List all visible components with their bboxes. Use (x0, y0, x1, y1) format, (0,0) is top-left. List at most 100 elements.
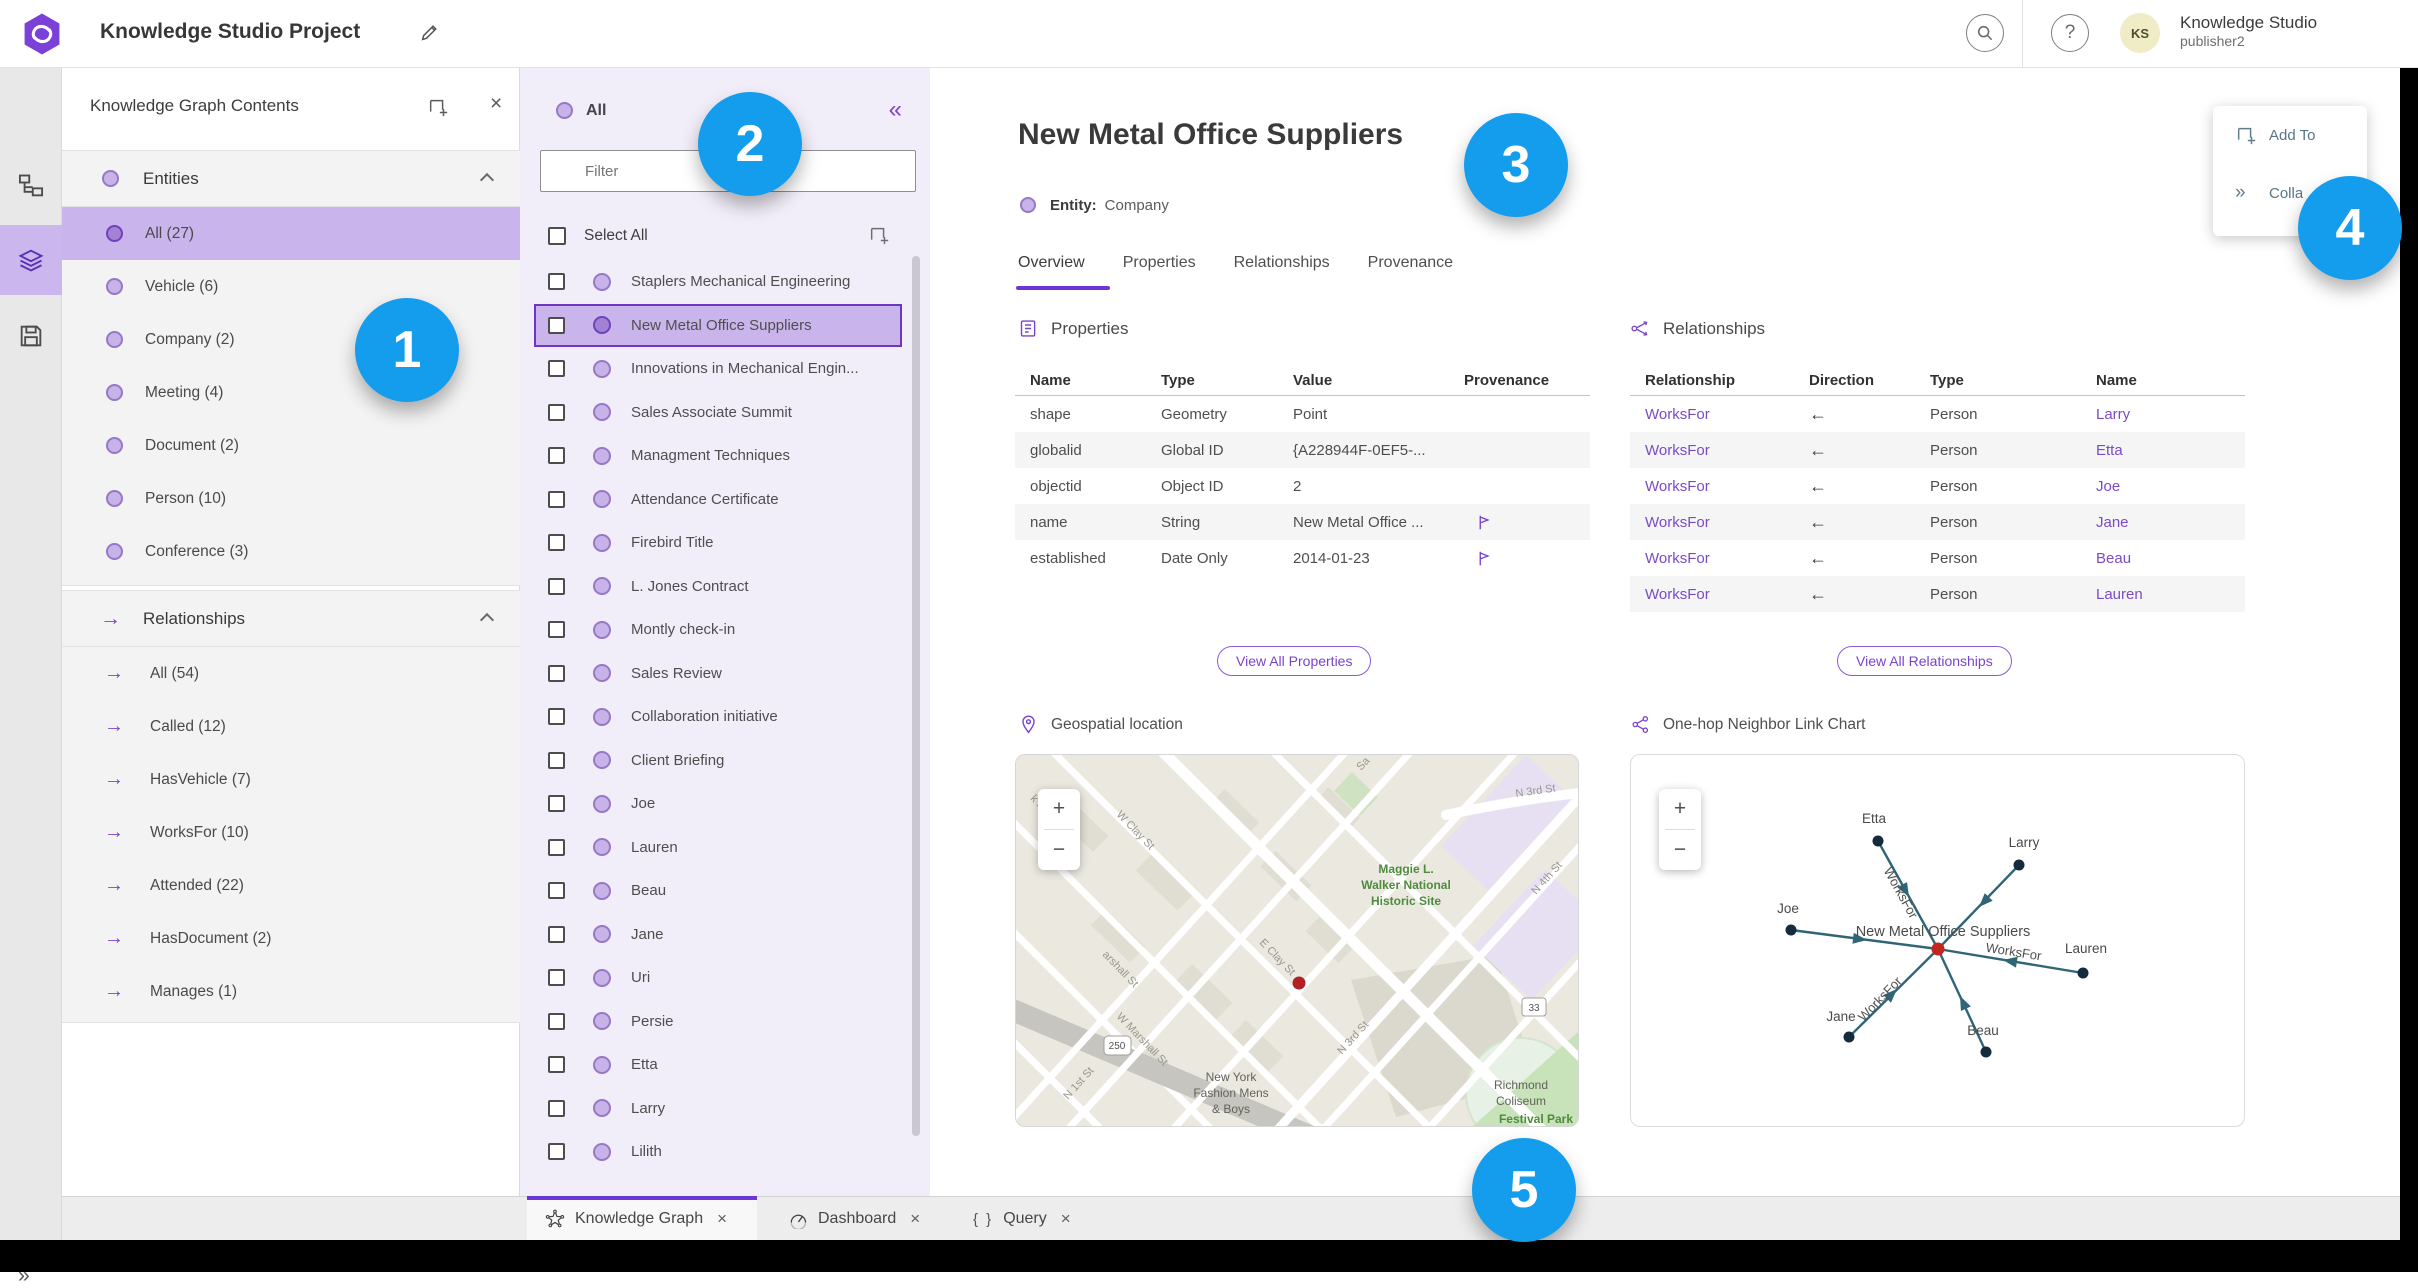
list-item[interactable]: Lauren (520, 826, 918, 870)
sidebar-item-manages[interactable]: → Manages (1) (62, 965, 520, 1018)
collapse-panel-icon[interactable]: « (889, 96, 902, 124)
list-item[interactable]: Larry (520, 1087, 918, 1131)
tab-knowledge-graph[interactable]: Knowledge Graph × (545, 1204, 727, 1234)
layers-icon[interactable] (17, 246, 45, 274)
list-item[interactable]: Attendance Certificate (520, 478, 918, 522)
relationship-link[interactable]: WorksFor (1645, 514, 1809, 531)
checkbox[interactable] (548, 621, 565, 639)
edit-title-icon[interactable] (418, 22, 440, 44)
node-center[interactable] (1931, 942, 1945, 956)
checkbox[interactable] (548, 316, 565, 334)
checkbox[interactable] (548, 360, 565, 378)
checkbox[interactable] (548, 1012, 565, 1030)
list-item-selected[interactable]: New Metal Office Suppliers (534, 303, 902, 347)
entity-link[interactable]: Lauren (2096, 586, 2245, 603)
list-item[interactable]: Sales Review (520, 652, 918, 696)
relationship-link[interactable]: WorksFor (1645, 442, 1809, 459)
list-item[interactable]: Firebird Title (520, 521, 918, 565)
list-item[interactable]: Staplers Mechanical Engineering (520, 260, 918, 304)
list-item[interactable]: Etta (520, 1043, 918, 1087)
add-card-icon[interactable] (868, 224, 890, 246)
list-item[interactable]: Managment Techniques (520, 434, 918, 478)
node-joe[interactable] (1785, 924, 1797, 936)
knowledge-studio-logo-icon[interactable] (20, 12, 64, 56)
relationship-link[interactable]: WorksFor (1645, 406, 1809, 423)
close-panel-icon[interactable]: × (490, 92, 502, 116)
sidebar-item-person[interactable]: Person (10) (62, 472, 520, 525)
checkbox[interactable] (548, 708, 565, 726)
checkbox[interactable] (548, 1143, 565, 1161)
tab-overview[interactable]: Overview (1018, 254, 1085, 272)
sidebar-item-hasdocument[interactable]: → HasDocument (2) (62, 912, 520, 965)
checkbox[interactable] (548, 751, 565, 769)
view-all-properties-button[interactable]: View All Properties (1217, 646, 1372, 676)
avatar[interactable]: KS (2120, 13, 2160, 53)
sidebar-item-document[interactable]: Document (2) (62, 419, 520, 472)
sidebar-item-entities-all[interactable]: All (27) (62, 207, 520, 260)
relationships-group-header[interactable]: → Relationships (62, 591, 520, 647)
tab-query[interactable]: { } Query × (973, 1204, 1071, 1234)
checkbox[interactable] (548, 1099, 565, 1117)
entity-link[interactable]: Etta (2096, 442, 2245, 459)
entity-link[interactable]: Joe (2096, 478, 2245, 495)
link-chart-view[interactable]: WorksFor WorksFor WorksFor Etta Larry Jo… (1630, 754, 2245, 1127)
tab-relationships[interactable]: Relationships (1234, 254, 1330, 272)
list-item[interactable]: Joe (520, 782, 918, 826)
sidebar-item-vehicle[interactable]: Vehicle (6) (62, 260, 520, 313)
entities-group-header[interactable]: Entities (62, 151, 520, 207)
scrollbar-thumb[interactable] (912, 256, 920, 1136)
zoom-out-button[interactable]: − (1038, 830, 1080, 870)
select-all-row[interactable]: Select All (520, 218, 930, 254)
close-tab-icon[interactable]: × (717, 1209, 727, 1229)
node-beau[interactable] (1980, 1046, 1992, 1058)
list-item[interactable]: Beau (520, 869, 918, 913)
checkbox[interactable] (548, 447, 565, 465)
chevron-up-icon[interactable] (479, 172, 495, 188)
sidebar-item-called[interactable]: → Called (12) (62, 700, 520, 753)
checkbox[interactable] (548, 882, 565, 900)
list-item[interactable]: Uri (520, 956, 918, 1000)
list-item[interactable]: Jane (520, 913, 918, 957)
list-item[interactable]: Lilith (520, 1130, 918, 1174)
node-etta[interactable] (1872, 835, 1884, 847)
select-all-checkbox[interactable] (548, 227, 566, 245)
sidebar-item-rel-all[interactable]: → All (54) (62, 647, 520, 700)
tab-provenance[interactable]: Provenance (1368, 254, 1453, 272)
list-item[interactable]: Montly check-in (520, 608, 918, 652)
search-button[interactable] (1966, 14, 2004, 52)
checkbox[interactable] (548, 403, 565, 421)
tab-dashboard[interactable]: Dashboard × (788, 1204, 920, 1234)
save-icon[interactable] (17, 322, 45, 350)
checkbox[interactable] (548, 838, 565, 856)
account-info[interactable]: Knowledge Studio publisher2 (2180, 12, 2317, 51)
checkbox[interactable] (548, 534, 565, 552)
provenance-flag-icon[interactable] (1476, 514, 1493, 531)
list-item[interactable]: Persie (520, 1000, 918, 1044)
checkbox[interactable] (548, 490, 565, 508)
sidebar-item-conference[interactable]: Conference (3) (62, 525, 520, 578)
entity-link[interactable]: Beau (2096, 550, 2245, 567)
checkbox[interactable] (548, 577, 565, 595)
zoom-in-button[interactable]: + (1038, 789, 1080, 829)
view-all-relationships-button[interactable]: View All Relationships (1837, 646, 2012, 676)
close-tab-icon[interactable]: × (1061, 1209, 1071, 1229)
list-item[interactable]: Innovations in Mechanical Engin... (520, 347, 918, 391)
checkbox[interactable] (548, 273, 565, 291)
relationship-link[interactable]: WorksFor (1645, 586, 1809, 603)
add-to-menu-item[interactable]: Add To (2213, 106, 2367, 164)
close-tab-icon[interactable]: × (910, 1209, 920, 1229)
data-model-icon[interactable] (17, 172, 45, 200)
sidebar-item-attended[interactable]: → Attended (22) (62, 859, 520, 912)
checkbox[interactable] (548, 925, 565, 943)
zoom-in-button[interactable]: + (1659, 789, 1701, 829)
node-jane[interactable] (1843, 1031, 1855, 1043)
list-item[interactable]: Sales Associate Summit (520, 391, 918, 435)
checkbox[interactable] (548, 664, 565, 682)
chevron-up-icon[interactable] (479, 612, 495, 628)
relationship-link[interactable]: WorksFor (1645, 478, 1809, 495)
tab-properties[interactable]: Properties (1123, 254, 1196, 272)
checkbox[interactable] (548, 795, 565, 813)
map-view[interactable]: k Rd W Clay St Sa E Clay St arshall St W… (1015, 754, 1579, 1127)
entity-link[interactable]: Larry (2096, 406, 2245, 423)
list-item[interactable]: Client Briefing (520, 739, 918, 783)
